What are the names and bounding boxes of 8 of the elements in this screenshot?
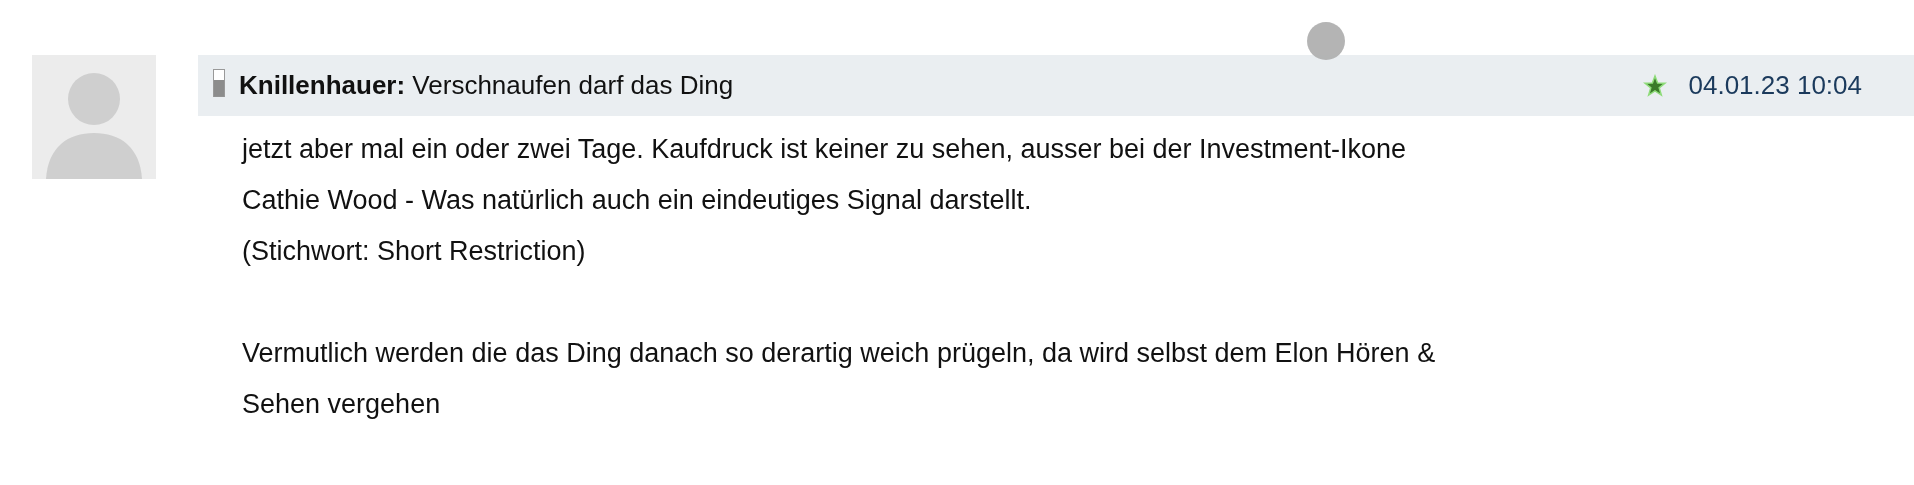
post-paragraph: Vermutlich werden die das Ding danach so derartig weich prügeln, da wird selbst dem Elon Hören & Sehen vergehen (242, 337, 1437, 421)
rank-icon (213, 68, 225, 97)
post-paragraph: jetzt aber mal ein oder zwei Tage. Kaufdruck ist keiner zu sehen, ausser bei der Investment-Ikone Cathie Wood - Was natürlich auch ein eindeutiges Signal darstellt. (Stichwort: Short Restriction) (242, 133, 1408, 268)
post-title: Knillenhauer: Verschnaufen darf das Ding (239, 70, 734, 101)
avatar-icon (32, 55, 156, 179)
post-timestamp: 04.01.23 10:04 (1688, 70, 1862, 101)
scroll-marker (1307, 22, 1345, 60)
star-icon (1642, 73, 1667, 98)
